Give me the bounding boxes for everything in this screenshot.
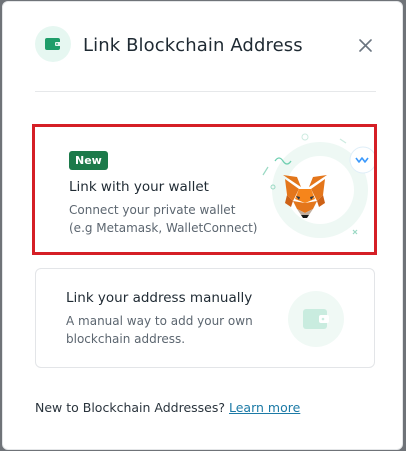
option-title: Link with your wallet bbox=[69, 179, 209, 195]
option-description: A manual way to add your own blockchain … bbox=[66, 314, 253, 346]
footer-text: New to Blockchain Addresses? bbox=[35, 400, 226, 415]
footer: New to Blockchain Addresses? Learn more bbox=[35, 400, 300, 415]
header-divider bbox=[35, 91, 376, 92]
wallet-icon bbox=[288, 291, 344, 347]
wallet-icon bbox=[35, 26, 71, 62]
modal-header: Link Blockchain Address bbox=[3, 2, 402, 92]
new-badge: New bbox=[69, 151, 108, 170]
option-description: Connect your private wallet (e.g Metamas… bbox=[69, 203, 258, 235]
link-blockchain-modal: Link Blockchain Address New Link with yo… bbox=[2, 1, 403, 450]
modal-title: Link Blockchain Address bbox=[83, 35, 303, 56]
close-icon[interactable] bbox=[355, 35, 375, 55]
metamask-fox-icon bbox=[283, 175, 327, 218]
link-wallet-option[interactable]: New Link with your wallet Connect your p… bbox=[32, 124, 377, 255]
learn-more-link[interactable]: Learn more bbox=[229, 400, 300, 415]
option-title: Link your address manually bbox=[66, 290, 253, 306]
link-manual-option[interactable]: Link your address manually A manual way … bbox=[35, 268, 375, 368]
